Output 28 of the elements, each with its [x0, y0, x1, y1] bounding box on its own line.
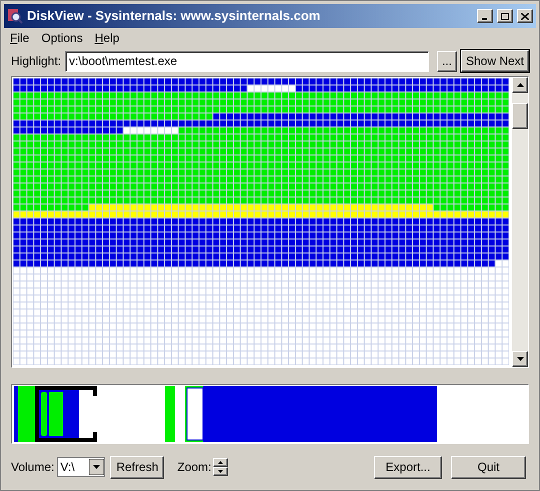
volume-label: Volume: — [11, 459, 54, 476]
scrollbar-thumb[interactable] — [512, 103, 528, 129]
magnifier-icon — [7, 8, 23, 24]
menu-item[interactable]: Options — [36, 28, 88, 46]
show-next-button[interactable]: Show Next — [460, 50, 529, 72]
zoom-label: Zoom: — [177, 459, 212, 476]
scrollbar[interactable] — [512, 77, 528, 367]
highlight-label: Highlight: — [11, 53, 62, 70]
close-icon — [521, 12, 529, 20]
down-arrow-icon — [516, 357, 524, 361]
minimize-button[interactable] — [477, 9, 493, 23]
window-title: DiskView - Sysinternals: www.sysinternals.com — [27, 7, 322, 26]
volume-dropdown[interactable]: V:\ — [57, 457, 106, 477]
menu-item[interactable]: Help — [90, 28, 124, 46]
dropdown-arrow-icon — [89, 459, 104, 475]
maximize-icon — [501, 12, 509, 20]
quit-button[interactable]: Quit — [451, 456, 526, 478]
browse-button[interactable]: ... — [436, 50, 457, 72]
zoom-spinner[interactable] — [213, 458, 228, 476]
down-arrow-icon — [218, 470, 224, 473]
export-button[interactable]: Export... — [374, 456, 442, 478]
up-arrow-icon — [516, 83, 524, 87]
maximize-button[interactable] — [497, 9, 513, 23]
highlight-field[interactable]: v:\boot\memtest.exe — [65, 50, 429, 72]
up-arrow-icon — [218, 461, 224, 464]
close-button[interactable] — [517, 9, 533, 23]
menu-item[interactable]: File — [5, 28, 34, 46]
refresh-button[interactable]: Refresh — [110, 456, 164, 478]
